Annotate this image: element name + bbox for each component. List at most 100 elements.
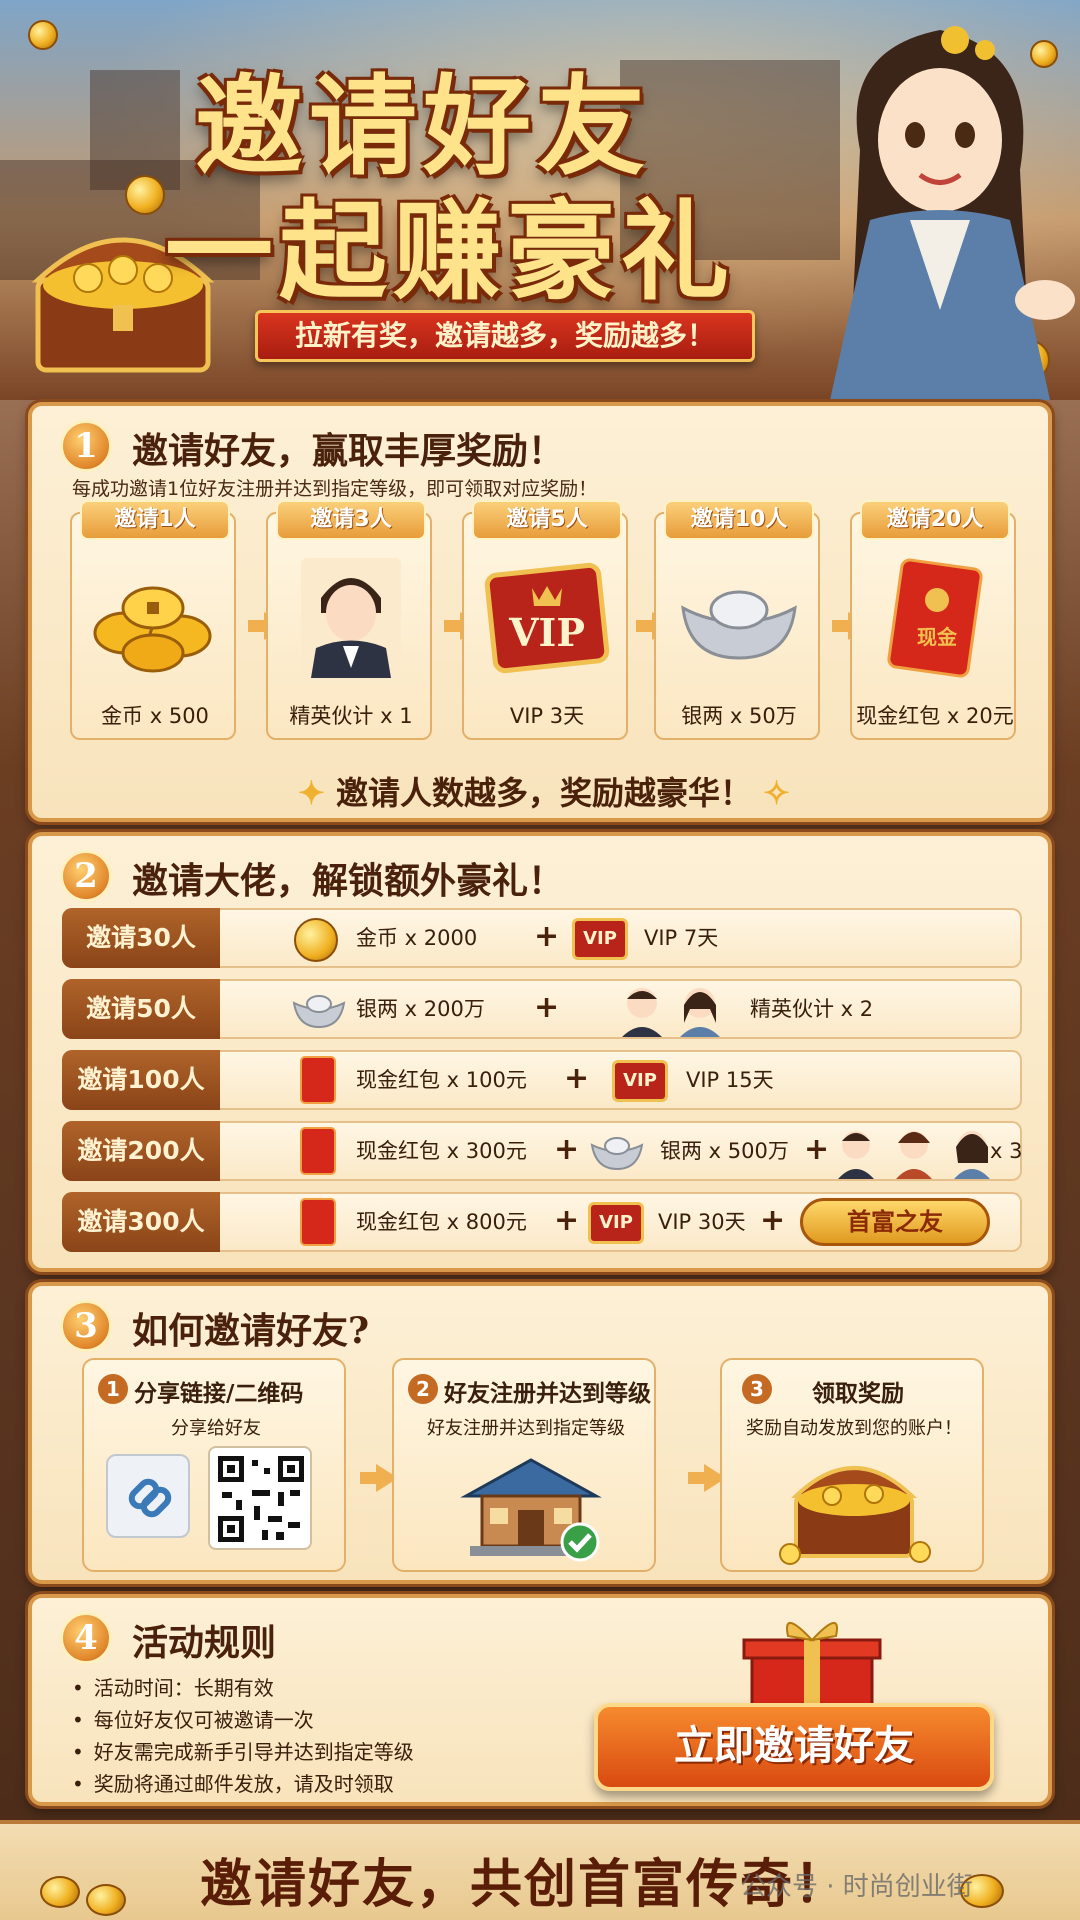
coin-icon (125, 175, 165, 215)
invite-now-button[interactable]: 立即邀请好友 (594, 1703, 994, 1791)
reward-item: VIP 7天 (644, 926, 719, 950)
section-how-to-invite: 3 如何邀请好友? 1 分享链接/二维码 分享给好友 2 好友注册并达到等级 好… (28, 1282, 1052, 1584)
section-invite-vip: 2 邀请大佬，解锁额外豪礼！ 邀请30人 金币 x 2000 + VIP VIP… (28, 832, 1052, 1272)
section-title: 如何邀请好友? (132, 1310, 370, 1352)
gift-box-icon (742, 1622, 882, 1714)
tier-reward-label: 金币 x 500 (101, 704, 209, 728)
sparkle-icon: ✦ (298, 774, 336, 812)
reward-item: x 3 (990, 1139, 1023, 1163)
section-invite-friends: 1 邀请好友，赢取丰厚奖励！ 每成功邀请1位好友注册并达到指定等级，即可领取对应… (28, 402, 1052, 822)
silver-ingot-icon (292, 995, 346, 1029)
qr-code-icon[interactable] (208, 1446, 312, 1550)
step-title: 好友注册并达到等级 (444, 1381, 651, 1407)
reward-item: VIP 15天 (686, 1068, 774, 1092)
red-envelope-icon (300, 1056, 336, 1104)
step-subtitle: 奖励自动发放到您的账户！ (746, 1418, 962, 1439)
reward-item: 现金红包 x 300元 (356, 1139, 527, 1163)
rule-item: 奖励将通过邮件发放，请及时领取 (72, 1768, 394, 1797)
elite-partners-icon (622, 988, 720, 1037)
reward-tier-card[interactable]: 邀请1人 金币 x 500 (70, 500, 236, 740)
tier-tag: 邀请3人 (276, 500, 426, 540)
vip-card-icon: VIP (484, 562, 610, 674)
treasure-chest-icon (779, 1466, 931, 1565)
bonus-tier-row[interactable]: 邀请100人 现金红包 x 100元 + VIP VIP 15天 (62, 1050, 1022, 1110)
section-number-badge: 2 (60, 850, 112, 902)
red-envelope-icon (300, 1198, 336, 1246)
tier-reward-label: VIP 3天 (509, 704, 585, 728)
elite-partners-icon (838, 1131, 990, 1179)
link-icon-glyph (128, 1478, 172, 1518)
tier-tag: 邀请20人 (860, 500, 1010, 540)
sparkle-icon: ✧ (752, 774, 790, 812)
bonus-tier-row[interactable]: 邀请50人 银两 x 200万 + 精英伙计 x 2 (62, 979, 1022, 1039)
section-title: 邀请好友，赢取丰厚奖励！ (132, 430, 565, 472)
step-number: 2 (408, 1374, 438, 1404)
plus-sign: + (564, 1061, 590, 1096)
tier-reward-label: 精英伙计 x 1 (289, 704, 413, 728)
plus-sign: + (534, 919, 560, 954)
section-number-badge: 3 (60, 1300, 112, 1352)
footer-banner: 邀请好友，共创首富传奇！ 公众号 · 时尚创业街 (0, 1820, 1080, 1920)
rule-item: 活动时间：长期有效 (72, 1672, 274, 1701)
bonus-tier-row[interactable]: 邀请200人 现金红包 x 300元 + 银两 x 500万 + x 3 (62, 1121, 1022, 1181)
silver-ingot-icon (681, 590, 797, 660)
reward-tier-card[interactable]: 邀请10人 银两 x 50万 (654, 500, 820, 740)
gold-coin-icon (294, 918, 338, 962)
silver-ingot-icon (590, 1137, 644, 1171)
plus-sign: + (760, 1203, 786, 1238)
tier-tag: 邀请1人 (80, 500, 230, 540)
vip-card-icon: VIP (612, 1060, 668, 1102)
elite-partner-icon (301, 558, 401, 678)
step-card-share[interactable]: 1 分享链接/二维码 分享给好友 (82, 1358, 346, 1572)
tier-tag: 邀请10人 (664, 500, 814, 540)
reward-item: 金币 x 2000 (356, 926, 478, 950)
red-envelope-icon (300, 1127, 336, 1175)
plus-sign: + (534, 990, 560, 1025)
tier-reward-label: 现金红包 x 20元 (856, 704, 1014, 728)
step-card-claim[interactable]: 3 领取奖励 奖励自动发放到您的账户！ (720, 1358, 984, 1572)
row-tag: 邀请300人 (62, 1192, 220, 1252)
section-title: 活动规则 (132, 1622, 277, 1664)
reward-item: VIP 30天 (658, 1210, 746, 1234)
step-title: 领取奖励 (812, 1381, 904, 1407)
vip-text: VIP (583, 928, 617, 949)
plus-sign: + (804, 1132, 830, 1167)
rule-item: 好友需完成新手引导并达到指定等级 (72, 1736, 414, 1765)
step-subtitle: 好友注册并达到指定等级 (427, 1418, 625, 1439)
reward-item: 现金红包 x 100元 (356, 1068, 527, 1092)
row-tag: 邀请30人 (62, 908, 220, 968)
step-title: 分享链接/二维码 (134, 1381, 304, 1407)
section-title: 邀请大佬，解锁额外豪礼！ (132, 860, 565, 902)
reward-item: 银两 x 500万 (660, 1139, 789, 1163)
vip-text: VIP (508, 610, 585, 655)
section-number-badge: 1 (60, 420, 112, 472)
reward-tier-card[interactable]: 邀请20人 现金 现金红包 x 20元 (850, 500, 1016, 740)
section-subtitle: 每成功邀请1位好友注册并达到指定等级，即可领取对应奖励！ (72, 478, 598, 500)
header-banner: 邀请好友 一起赚豪礼 拉新有奖，邀请越多，奖励越多！ (0, 0, 1080, 400)
step-number: 1 (98, 1374, 128, 1404)
bonus-tier-row[interactable]: 邀请30人 金币 x 2000 + VIP VIP 7天 (62, 908, 1022, 968)
row-tag: 邀请200人 (62, 1121, 220, 1181)
row-tag: 邀请50人 (62, 979, 220, 1039)
watermark-text: 公众号 · 时尚创业街 (740, 1872, 973, 1902)
subtitle-ribbon: 拉新有奖，邀请越多，奖励越多！ (255, 310, 755, 362)
bonus-tier-row[interactable]: 邀请300人 现金红包 x 800元 + VIP VIP 30天 + 首富之友 (62, 1192, 1022, 1252)
step-number: 3 (742, 1374, 772, 1404)
reward-tier-card[interactable]: 邀请3人 精英伙计 x 1 (266, 500, 432, 740)
rule-item: 每位好友仅可被邀请一次 (72, 1704, 314, 1733)
plus-sign: + (554, 1203, 580, 1238)
tagline-text: 邀请人数越多，奖励越豪华！ (335, 774, 752, 812)
hostess-character-illustration (830, 26, 1075, 400)
reward-item: 精英伙计 x 2 (750, 997, 874, 1021)
plus-sign: + (554, 1132, 580, 1167)
link-icon[interactable] (106, 1454, 190, 1538)
vip-text: VIP (623, 1070, 657, 1091)
row-tag: 邀请100人 (62, 1050, 220, 1110)
reward-item: 银两 x 200万 (356, 997, 485, 1021)
tier-reward-label: 银两 x 50万 (681, 704, 797, 728)
gold-coins-icon (93, 586, 212, 673)
coin-icon (28, 20, 58, 50)
tier-tag: 邀请5人 (472, 500, 622, 540)
reward-tier-card[interactable]: 邀请5人 VIP VIP 3天 (462, 500, 628, 740)
step-card-register[interactable]: 2 好友注册并达到等级 好友注册并达到指定等级 (392, 1358, 656, 1572)
